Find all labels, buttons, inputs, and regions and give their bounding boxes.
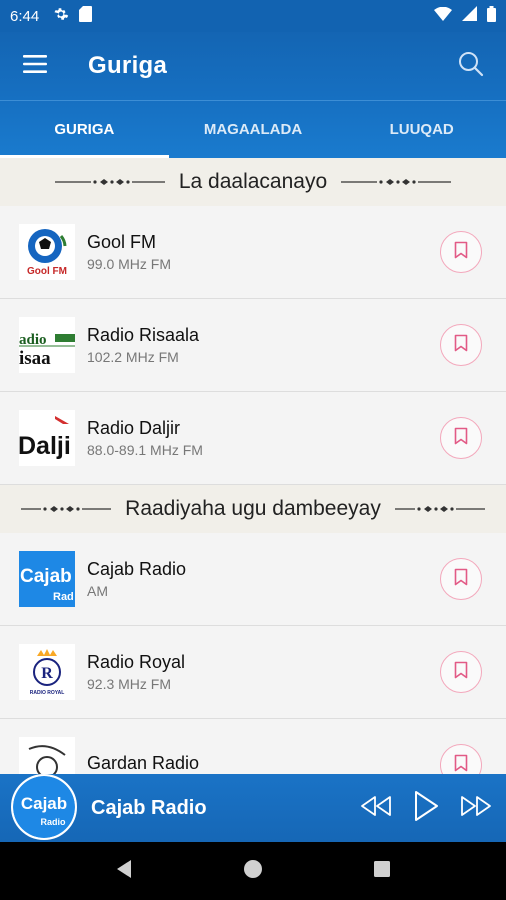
bookmark-icon (454, 334, 468, 357)
mini-player[interactable]: Cajab Radio Cajab Radio (0, 774, 506, 842)
back-triangle-icon (115, 859, 133, 884)
favorite-button[interactable] (440, 651, 482, 693)
station-name: Gool FM (87, 232, 157, 252)
status-bar: 6:44 (0, 0, 506, 32)
signal-icon (462, 6, 477, 26)
bookmark-icon (454, 241, 468, 264)
station-name: Gardan Radio (87, 753, 200, 773)
favorite-button[interactable] (440, 231, 482, 273)
tab-luuqad[interactable]: LUUQAD (337, 101, 506, 158)
home-circle-icon (243, 859, 263, 884)
play-icon (413, 790, 439, 827)
station-name: Radio Risaala (87, 325, 200, 345)
ornament-right-icon (341, 176, 452, 188)
rewind-icon (359, 794, 393, 823)
station-logo-gool-fm: Gool FM (19, 224, 75, 280)
station-logo-cajab-radio: Cajab Rad (19, 551, 75, 607)
svg-text:Rad: Rad (53, 591, 74, 603)
logo-text: Dalji (19, 432, 71, 460)
ornament-left-icon (21, 503, 112, 515)
station-row-radio-royal[interactable]: R RADIO ROYAL Radio Royal 92.3 MHz FM (0, 626, 506, 719)
station-list[interactable]: La daalacanayo Gool FM Gool FM 99.0 MHz … (0, 158, 506, 774)
fast-forward-icon (459, 794, 493, 823)
station-row-gardan-radio[interactable]: Gardan Radio (0, 719, 506, 774)
station-name: Radio Royal (87, 652, 186, 672)
station-frequency: 88.0-89.1 MHz FM (87, 442, 203, 458)
favorite-button[interactable] (440, 744, 482, 774)
station-row-cajab-radio[interactable]: Cajab Rad Cajab Radio AM (0, 533, 506, 626)
station-frequency: 99.0 MHz FM (87, 256, 172, 272)
favorite-button[interactable] (440, 324, 482, 366)
station-name: Cajab Radio (87, 559, 187, 579)
station-frequency: AM (87, 583, 108, 599)
station-name: Radio Daljir (87, 418, 181, 438)
section-title: La daalacanayo (178, 170, 328, 193)
home-button[interactable] (233, 851, 273, 891)
station-logo-radio-risaala: adio isaa (19, 317, 75, 373)
section-header-trending: La daalacanayo (0, 158, 506, 206)
rewind-button[interactable] (358, 790, 394, 826)
svg-text:R: R (41, 665, 53, 682)
bookmark-icon (454, 754, 468, 775)
app-bar: Guriga (0, 32, 506, 100)
station-logo-radio-royal: R RADIO ROYAL (19, 644, 75, 700)
svg-text:Cajab: Cajab (20, 566, 72, 587)
menu-button[interactable] (0, 32, 70, 100)
station-row-radio-risaala[interactable]: adio isaa Radio Risaala 102.2 MHz FM (0, 299, 506, 392)
page-title: Guriga (88, 52, 168, 79)
section-header-recent: Raadiyaha ugu dambeeyay (0, 485, 506, 533)
battery-icon (487, 5, 496, 27)
play-button[interactable] (408, 790, 444, 826)
recents-button[interactable] (362, 851, 402, 891)
search-button[interactable] (436, 32, 506, 100)
tab-guriga[interactable]: GURIGA (0, 101, 169, 158)
svg-text:isaa: isaa (19, 348, 51, 369)
svg-text:Cajab: Cajab (21, 794, 67, 813)
recents-square-icon (373, 860, 391, 883)
logo-text: Gool FM (27, 266, 67, 277)
station-logo-radio-daljir: Dalji (19, 410, 75, 466)
station-frequency: 102.2 MHz FM (87, 349, 179, 365)
sd-card-icon (79, 5, 93, 27)
ornament-left-icon (54, 176, 165, 188)
wifi-icon (434, 6, 452, 26)
section-title: Raadiyaha ugu dambeeyay (125, 497, 381, 520)
fast-forward-button[interactable] (458, 790, 494, 826)
system-navigation-bar (0, 842, 506, 900)
ornament-right-icon (394, 503, 485, 515)
bookmark-icon (454, 568, 468, 591)
logo-text: RADIO ROYAL (30, 690, 65, 696)
station-row-radio-daljir[interactable]: Dalji Radio Daljir 88.0-89.1 MHz FM (0, 392, 506, 485)
station-row-gool-fm[interactable]: Gool FM Gool FM 99.0 MHz FM (0, 206, 506, 299)
settings-icon (53, 6, 69, 27)
station-logo-gardan-radio (19, 737, 75, 774)
tab-magaalada[interactable]: MAGAALADA (169, 101, 338, 158)
hamburger-menu-icon (23, 54, 47, 78)
tab-bar: GURIGA MAGAALADA LUUQAD (0, 100, 506, 158)
svg-text:Radio: Radio (40, 817, 66, 827)
player-station-name: Cajab Radio (91, 796, 207, 819)
favorite-button[interactable] (440, 417, 482, 459)
station-frequency: 92.3 MHz FM (87, 676, 172, 692)
bookmark-icon (454, 661, 468, 684)
back-button[interactable] (104, 851, 144, 891)
player-station-logo: Cajab Radio (11, 774, 77, 840)
bookmark-icon (454, 427, 468, 450)
favorite-button[interactable] (440, 558, 482, 600)
status-time: 6:44 (10, 7, 40, 25)
search-icon (458, 51, 484, 82)
